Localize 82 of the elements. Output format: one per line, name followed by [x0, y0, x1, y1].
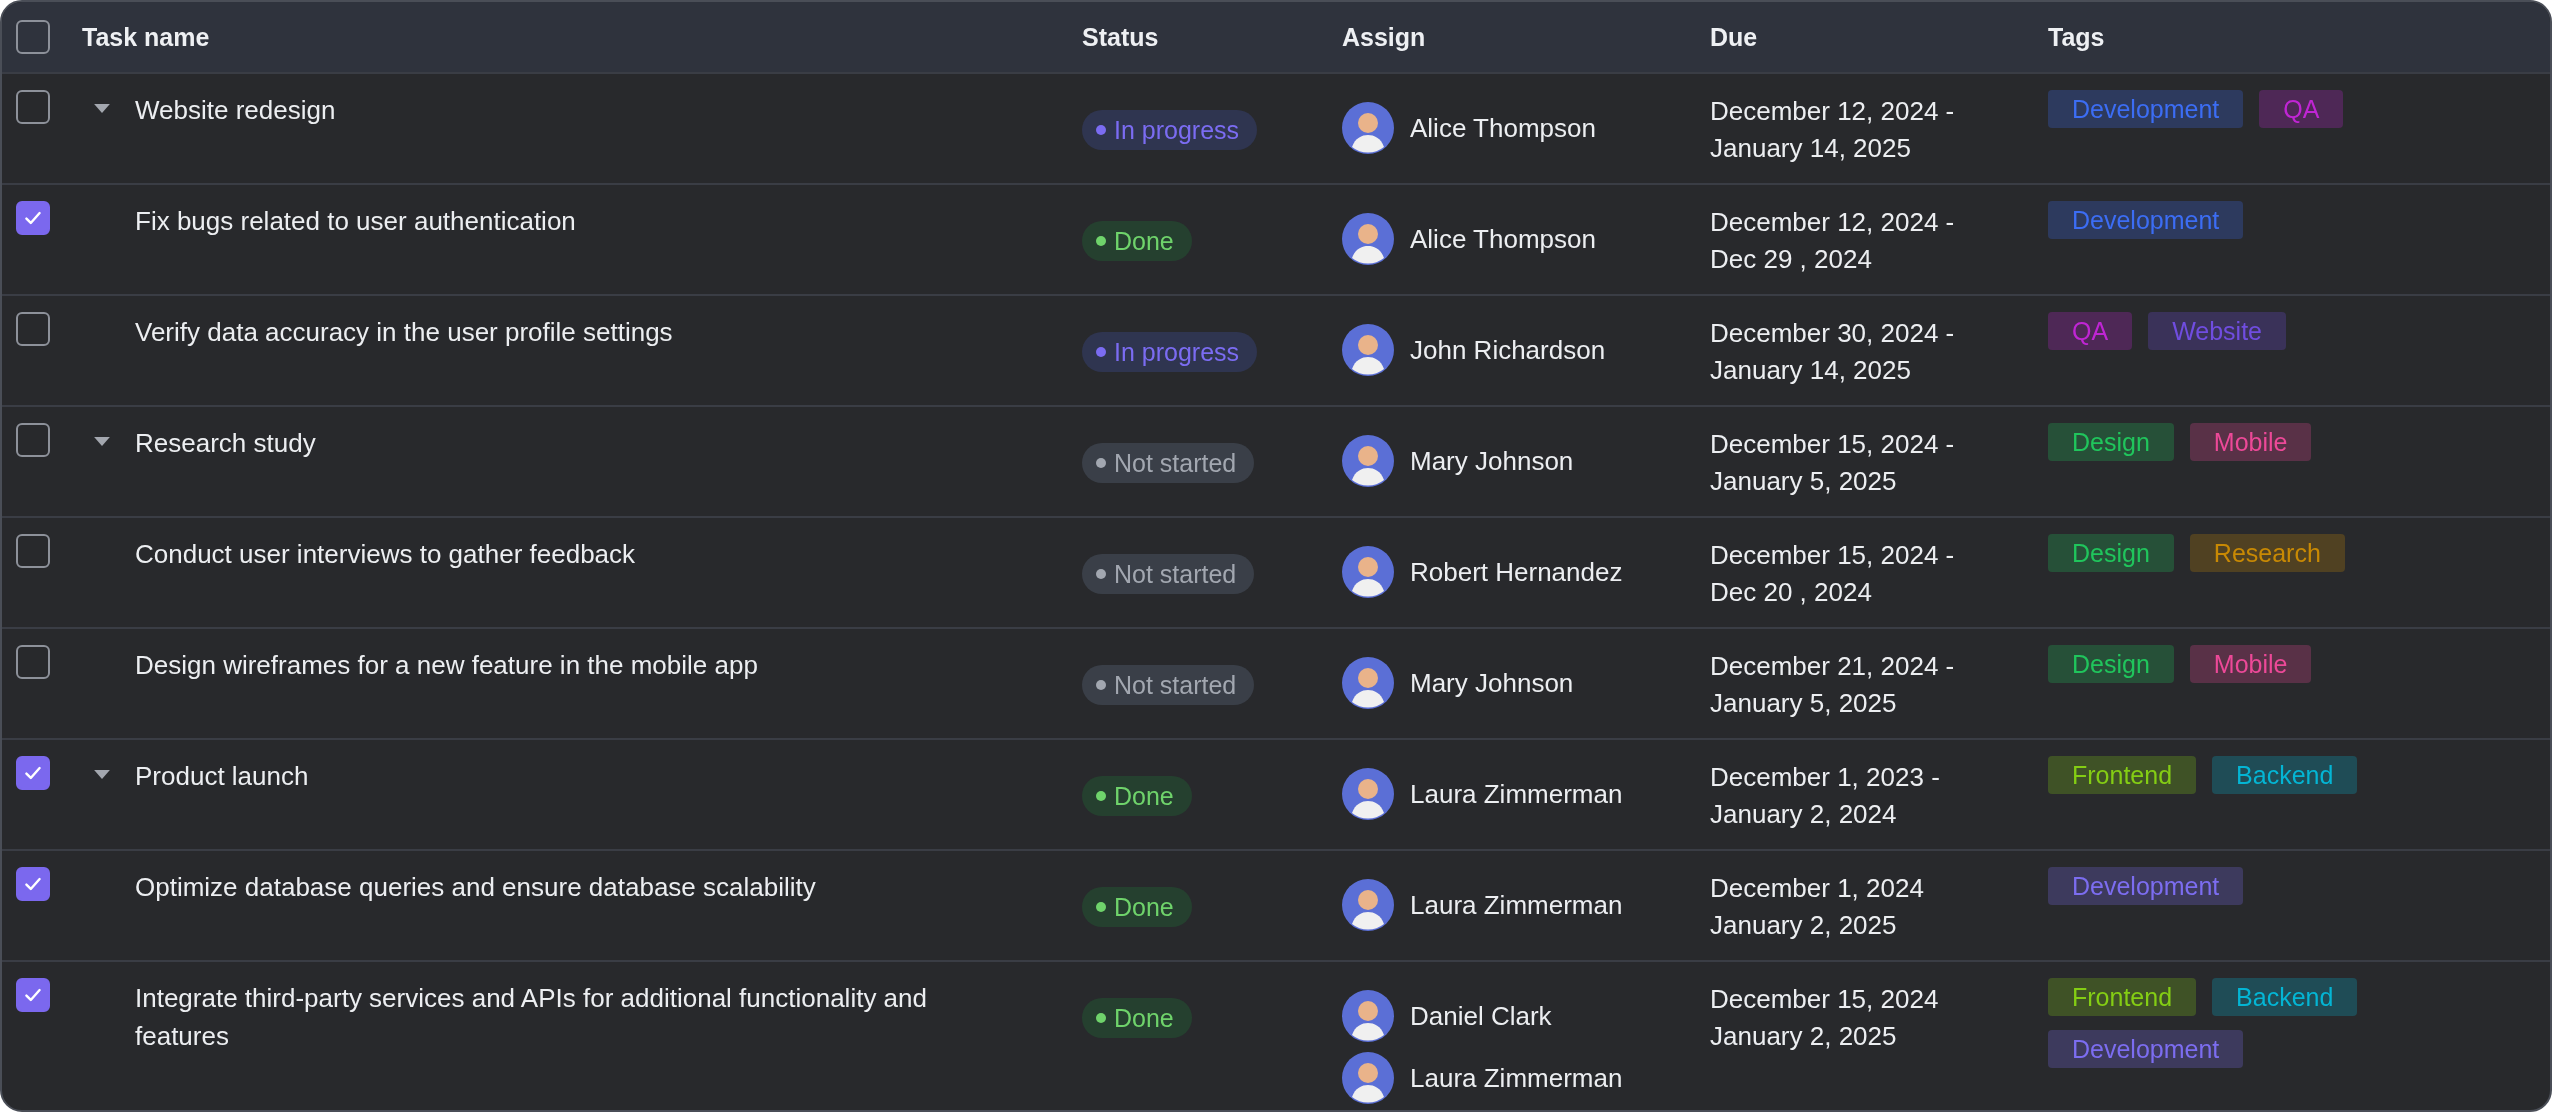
- assignee-name: Robert Hernandez: [1410, 556, 1623, 588]
- tag-label: Backend: [2212, 756, 2358, 794]
- tag-label: Design: [2048, 645, 2174, 683]
- tag-label: Design: [2048, 423, 2174, 461]
- assignee-name: John Richardson: [1410, 334, 1606, 366]
- status-badge: Done: [1082, 776, 1192, 816]
- avatar-icon: [1342, 657, 1394, 709]
- tag-label: Frontend: [2048, 978, 2197, 1016]
- avatar-icon: [1342, 324, 1394, 376]
- caret-icon[interactable]: [94, 104, 110, 113]
- due-date: December 15, 2024 - Dec 20 , 2024: [1710, 539, 1955, 609]
- avatar-icon: [1342, 768, 1394, 820]
- assignee-name: Daniel Clark: [1410, 1000, 1552, 1032]
- task-name: Integrate third-party services and APIs for additional functionality and features: [135, 982, 928, 1053]
- status-badge: In progress: [1082, 110, 1258, 150]
- row-checkbox[interactable]: [16, 645, 50, 679]
- tag-label: Mobile: [2189, 645, 2312, 683]
- tag-label: Research: [2189, 534, 2345, 572]
- task-name: Fix bugs related to user authentication: [135, 205, 576, 238]
- tag-label: Design: [2048, 534, 2174, 572]
- row-checkbox[interactable]: [16, 201, 50, 235]
- caret-icon[interactable]: [94, 770, 110, 779]
- status-badge: Done: [1082, 887, 1192, 927]
- due-date: December 12, 2024 - January 14, 2025: [1710, 95, 1955, 165]
- column-header: Tags: [2048, 22, 2106, 52]
- tag-label: Development: [2048, 867, 2244, 905]
- assignee-name: Laura Zimmerman: [1410, 1062, 1623, 1094]
- column-header: Task name: [82, 22, 211, 52]
- assignee-name: Alice Thompson: [1410, 112, 1596, 144]
- avatar-icon: [1342, 879, 1394, 931]
- row-checkbox[interactable]: [16, 312, 50, 346]
- avatar-icon: [1342, 990, 1394, 1042]
- status-badge: Done: [1082, 221, 1192, 261]
- caret-icon[interactable]: [94, 437, 110, 446]
- status-badge: In progress: [1082, 332, 1258, 372]
- row-checkbox[interactable]: [16, 867, 50, 901]
- tag-label: Website: [2148, 312, 2286, 350]
- task-name: Research study: [135, 427, 316, 460]
- status-badge: Not started: [1082, 554, 1255, 594]
- assignee-name: Mary Johnson: [1410, 667, 1574, 699]
- assignee-name: Laura Zimmerman: [1410, 889, 1623, 921]
- column-header: Assign: [1342, 22, 1427, 52]
- avatar-icon: [1342, 213, 1394, 265]
- due-date: December 1, 2024 January 2, 2025: [1710, 872, 1924, 942]
- column-header: Due: [1710, 22, 1759, 52]
- due-date: December 15, 2024 - January 5, 2025: [1710, 428, 1955, 498]
- status-badge: Not started: [1082, 665, 1255, 705]
- tag-label: QA: [2259, 90, 2344, 128]
- task-name: Verify data accuracy in the user profile settings: [135, 316, 673, 349]
- due-date: December 30, 2024 - January 14, 2025: [1710, 317, 1955, 387]
- tag-label: Development: [2048, 90, 2244, 128]
- assignee-name: Laura Zimmerman: [1410, 778, 1623, 810]
- due-date: December 1, 2023 - January 2, 2024: [1710, 761, 1940, 831]
- task-name: Design wireframes for a new feature in the mobile app: [135, 649, 758, 682]
- task-name: Conduct user interviews to gather feedback: [135, 538, 636, 571]
- due-date: December 15, 2024 January 2, 2025: [1710, 983, 1939, 1053]
- avatar-icon: [1342, 435, 1394, 487]
- tag-label: QA: [2048, 312, 2133, 350]
- tag-label: Frontend: [2048, 756, 2197, 794]
- avatar-icon: [1342, 546, 1394, 598]
- assignee-name: Mary Johnson: [1410, 445, 1574, 477]
- status-badge: Done: [1082, 998, 1192, 1038]
- column-header: Status: [1082, 22, 1160, 52]
- tag-label: Development: [2048, 201, 2244, 239]
- task-name: Optimize database queries and ensure database scalability: [135, 871, 816, 904]
- avatar-icon: [1342, 102, 1394, 154]
- tag-label: Development: [2048, 1030, 2244, 1068]
- select-all-checkbox[interactable]: [16, 20, 50, 54]
- status-badge: Not started: [1082, 443, 1255, 483]
- row-checkbox[interactable]: [16, 534, 50, 568]
- due-date: December 12, 2024 - Dec 29 , 2024: [1710, 206, 1955, 276]
- due-date: December 21, 2024 - January 5, 2025: [1710, 650, 1955, 720]
- tag-label: Backend: [2212, 978, 2358, 1016]
- row-checkbox[interactable]: [16, 978, 50, 1012]
- assignee-name: Alice Thompson: [1410, 223, 1596, 255]
- row-checkbox[interactable]: [16, 423, 50, 457]
- tag-label: Mobile: [2189, 423, 2312, 461]
- task-name: Website redesign: [135, 94, 336, 127]
- task-name: Product launch: [135, 760, 309, 793]
- row-checkbox[interactable]: [16, 90, 50, 124]
- row-checkbox[interactable]: [16, 756, 50, 790]
- avatar-icon: [1342, 1052, 1394, 1104]
